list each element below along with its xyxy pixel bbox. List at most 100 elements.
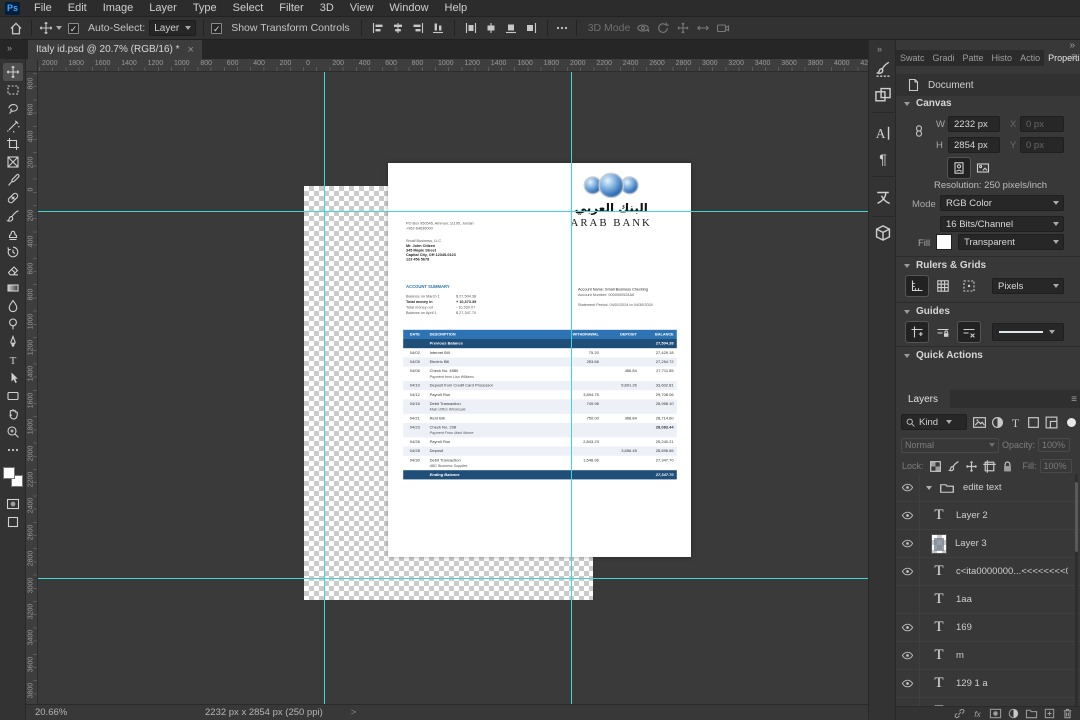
blend-mode-dropdown[interactable]: Normal: [901, 437, 999, 453]
glyphs-panel-icon[interactable]: [874, 188, 892, 206]
libraries-icon[interactable]: [874, 224, 892, 242]
vertical-guide[interactable]: [324, 72, 325, 704]
layers-panel-menu-icon[interactable]: ≡: [1071, 394, 1077, 405]
align-center-horizontal-icon[interactable]: [391, 21, 405, 35]
horizontal-ruler[interactable]: 2000 1800 1600 1400 1200 1000 800 600 400 200 0 200…: [38, 59, 868, 72]
vertical-ruler[interactable]: 800 600 400 200 0 200 400 600 800 1000 1200 1400 160…: [26, 72, 38, 704]
layer-row[interactable]: Tm: [896, 641, 1080, 670]
link-dimensions-icon[interactable]: [912, 124, 926, 138]
clone-stamp-tool[interactable]: [3, 225, 23, 243]
align-right-icon[interactable]: [411, 21, 425, 35]
shape-tool[interactable]: [3, 387, 23, 405]
horizontal-guide[interactable]: [38, 578, 868, 579]
blur-tool[interactable]: [3, 297, 23, 315]
panel-menu-icon[interactable]: ≡: [1071, 52, 1077, 63]
gradient-tool[interactable]: [3, 279, 23, 297]
pen-tool[interactable]: [3, 333, 23, 351]
layers-scrollbar[interactable]: [1075, 474, 1078, 706]
vertical-guide[interactable]: [571, 72, 572, 704]
width-field[interactable]: 2232 px: [948, 116, 1000, 132]
toggle-grid-button[interactable]: [932, 276, 954, 296]
menu-3d[interactable]: 3D: [312, 0, 342, 16]
paragraph-panel-icon[interactable]: ¶: [874, 150, 892, 168]
home-icon[interactable]: [8, 20, 24, 36]
hand-tool[interactable]: [3, 405, 23, 423]
tab-gradi[interactable]: Gradi: [929, 50, 959, 66]
tool-preset-chevron-icon[interactable]: [56, 26, 62, 30]
layer-row[interactable]: T 1aa: [896, 585, 1080, 614]
lasso-tool[interactable]: [3, 99, 23, 117]
opacity-field[interactable]: 100%: [1038, 438, 1071, 452]
menu-image[interactable]: Image: [95, 0, 142, 16]
layer-row[interactable]: Tc<ita0000000...<<<<<<<<0 d: [896, 557, 1080, 586]
clone-source-icon[interactable]: [874, 86, 892, 104]
show-transform-checkbox[interactable]: [211, 22, 223, 34]
toolbar-collapse-icon[interactable]: »: [7, 43, 12, 53]
toggle-rulers-button[interactable]: [905, 275, 929, 297]
status-options-chevron[interactable]: >: [351, 707, 357, 718]
zoom-level[interactable]: 20.66%: [35, 707, 95, 718]
guides-section-header[interactable]: Guides: [896, 306, 950, 317]
delete-layer-icon[interactable]: [1061, 707, 1074, 720]
align-bottom-icon[interactable]: [431, 21, 445, 35]
layer-effects-icon[interactable]: fx: [971, 709, 984, 719]
lock-artboard-icon[interactable]: [982, 459, 997, 474]
layer-fill-field[interactable]: 100%: [1039, 459, 1072, 473]
layers-tab[interactable]: Layers: [896, 390, 951, 408]
layer-visibility-toggle[interactable]: [896, 613, 920, 642]
document-tab[interactable]: Italy id.psd @ 20.7% (RGB/16) * ×: [28, 40, 202, 59]
landscape-orientation-button[interactable]: [972, 158, 994, 178]
eyedropper-tool[interactable]: [3, 171, 23, 189]
more-tools[interactable]: [3, 441, 23, 459]
guide-style-dropdown[interactable]: [992, 323, 1064, 341]
layer-row[interactable]: T 129 1 a: [896, 669, 1080, 698]
menu-file[interactable]: File: [26, 0, 60, 16]
layer-visibility-toggle[interactable]: [896, 641, 920, 670]
filter-smart-objects-icon[interactable]: [1044, 415, 1059, 430]
canvas-viewport[interactable]: البنك العربي ARAB BANK PO Box 950545, Am…: [38, 72, 868, 704]
screen-mode-icon[interactable]: [3, 513, 23, 531]
crop-tool[interactable]: [3, 135, 23, 153]
tab-swatc[interactable]: Swatc: [896, 50, 929, 66]
filter-kind-dropdown[interactable]: Kind: [901, 414, 967, 430]
frame-tool[interactable]: [3, 153, 23, 171]
menu-filter[interactable]: Filter: [271, 0, 311, 16]
bit-depth-dropdown[interactable]: 16 Bits/Channel: [940, 216, 1064, 232]
foreground-color-swatch[interactable]: [2, 467, 15, 479]
eraser-tool[interactable]: [3, 261, 23, 279]
layer-visibility-toggle[interactable]: [896, 474, 920, 502]
auto-select-target-dropdown[interactable]: Layer: [149, 20, 197, 36]
distribute-center-icon[interactable]: [484, 21, 498, 35]
path-selection-tool[interactable]: [3, 369, 23, 387]
lock-position-icon[interactable]: [964, 459, 979, 474]
zoom-tool[interactable]: [3, 423, 23, 441]
move-tool[interactable]: [2, 63, 23, 81]
layer-row[interactable]: edite text: [896, 474, 1080, 502]
layer-visibility-toggle[interactable]: [896, 529, 920, 558]
mode-dropdown[interactable]: RGB Color: [940, 195, 1064, 211]
layer-visibility-toggle[interactable]: [896, 697, 920, 706]
brush-tool[interactable]: [3, 207, 23, 225]
canvas-section-header[interactable]: Canvas: [896, 98, 952, 109]
layer-row[interactable]: Layer 3: [896, 529, 1080, 558]
color-swatches[interactable]: [2, 467, 23, 487]
toggle-snap-button[interactable]: [958, 276, 980, 296]
menu-type[interactable]: Type: [185, 0, 225, 16]
quick-actions-section-header[interactable]: Quick Actions: [896, 350, 983, 361]
layer-visibility-toggle[interactable]: [896, 585, 920, 614]
new-layer-icon[interactable]: [1043, 707, 1056, 720]
layer-visibility-toggle[interactable]: [896, 557, 920, 586]
brush-settings-icon[interactable]: [874, 60, 892, 78]
menu-help[interactable]: Help: [437, 0, 476, 16]
add-mask-icon[interactable]: [989, 707, 1002, 720]
layer-filter-toggle[interactable]: [1067, 417, 1076, 427]
align-left-icon[interactable]: [371, 21, 385, 35]
layer-visibility-toggle[interactable]: [896, 501, 920, 530]
link-layers-icon[interactable]: [953, 707, 966, 720]
menu-edit[interactable]: Edit: [60, 0, 95, 16]
lock-pixels-icon[interactable]: [946, 459, 961, 474]
menu-window[interactable]: Window: [381, 0, 436, 16]
magic-wand-tool[interactable]: [3, 117, 23, 135]
lock-all-icon[interactable]: [1000, 459, 1015, 474]
new-group-icon[interactable]: [1025, 707, 1038, 720]
